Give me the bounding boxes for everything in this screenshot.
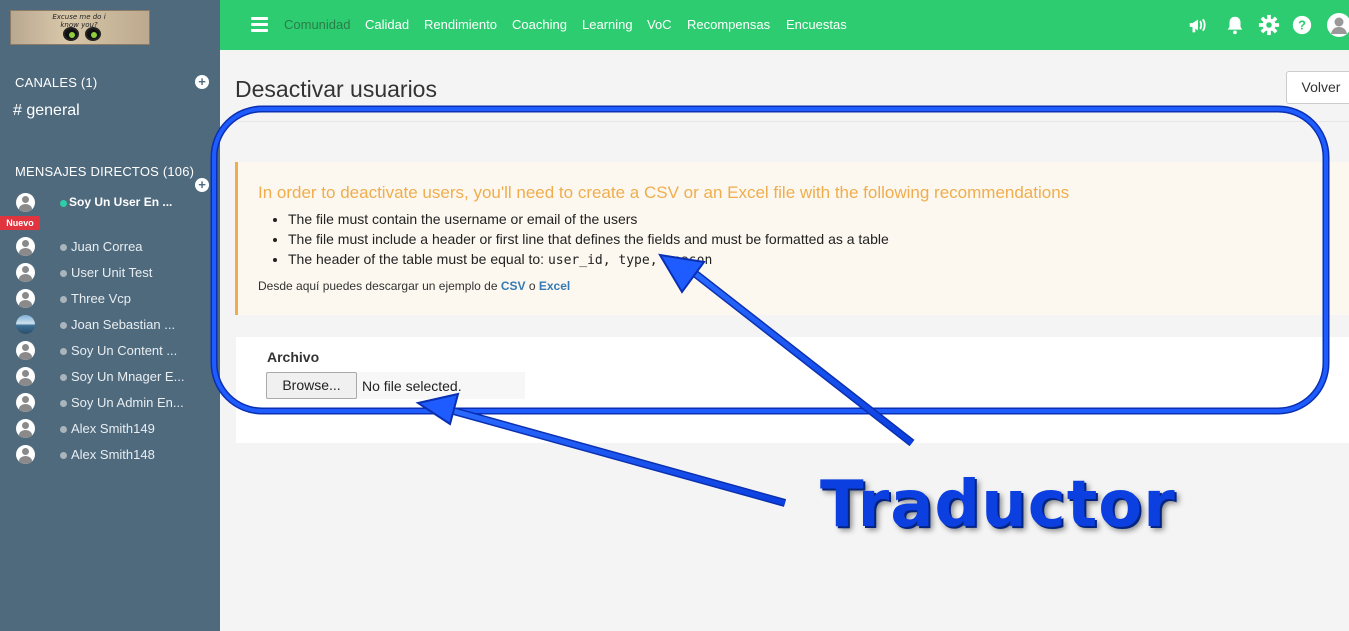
app-logo[interactable]: Excuse me do i know you? (10, 10, 150, 45)
alert-title: In order to deactivate users, you'll nee… (258, 183, 1070, 202)
dm-label: User Unit Test (71, 265, 153, 280)
list-item: The file must contain the username or em… (288, 209, 889, 229)
sidebar: Excuse me do i know you? CANALES (1) + #… (0, 0, 220, 631)
status-dot (60, 244, 67, 251)
add-direct-message-icon[interactable]: + (195, 178, 209, 192)
status-dot (60, 296, 67, 303)
avatar (16, 393, 35, 412)
dm-item[interactable]: Joan Sebastian ... (0, 314, 220, 340)
avatar (16, 289, 35, 308)
status-dot (60, 348, 67, 355)
channels-title: CANALES (1) (15, 75, 98, 90)
file-status: No file selected. (362, 378, 462, 394)
status-dot (60, 322, 67, 329)
dm-label: Three Vcp (71, 291, 131, 306)
annotation-label: Traductor (820, 468, 1176, 542)
avatar (16, 237, 35, 256)
dm-item[interactable]: Three Vcp (0, 288, 220, 314)
avatar (16, 445, 35, 464)
dm-item[interactable]: Alex Smith149 (0, 418, 220, 444)
nav-recompensas[interactable]: Recompensas (687, 17, 770, 32)
note-joiner: o (525, 279, 539, 293)
instructions-alert: In order to deactivate users, you'll nee… (235, 162, 1349, 315)
status-dot (60, 400, 67, 407)
recommendations-list: The file must contain the username or em… (288, 209, 889, 269)
status-dot (60, 270, 67, 277)
csv-link[interactable]: CSV (501, 279, 526, 293)
file-label: Archivo (267, 349, 320, 365)
megaphone-icon[interactable] (1187, 14, 1209, 36)
dm-label: Alex Smith148 (71, 447, 155, 462)
divider (236, 121, 1349, 122)
status-dot (60, 374, 67, 381)
channel-general[interactable]: # general (13, 102, 80, 120)
excel-link[interactable]: Excel (539, 279, 570, 293)
dm-label: Soy Un User En ... (69, 195, 173, 209)
dm-label: Soy Un Content ... (71, 343, 178, 358)
note-prefix: Desde aquí puedes descargar un ejemplo d… (258, 279, 501, 293)
dm-item[interactable]: Soy Un Admin En... (0, 392, 220, 418)
dm-item[interactable]: User Unit Test (0, 262, 220, 288)
avatar (16, 341, 35, 360)
nav-encuestas[interactable]: Encuestas (786, 17, 847, 32)
dm-item[interactable]: Soy Un Content ... (0, 340, 220, 366)
new-badge: Nuevo (0, 216, 40, 230)
dm-label: Juan Correa (71, 239, 143, 254)
avatar (16, 193, 35, 212)
nav-coaching[interactable]: Coaching (512, 17, 567, 32)
svg-text:?: ? (1298, 18, 1306, 33)
dm-label: Soy Un Admin En... (71, 395, 184, 410)
nav-comunidad[interactable]: Comunidad (284, 17, 351, 32)
header-item-prefix: The header of the table must be equal to… (288, 251, 548, 267)
nav-learning[interactable]: Learning (582, 17, 633, 32)
avatar (16, 263, 35, 282)
nav-calidad[interactable]: Calidad (365, 17, 409, 32)
dm-item[interactable]: Juan Correa (0, 236, 220, 262)
file-input[interactable]: Browse... No file selected. (266, 372, 525, 399)
page-title: Desactivar usuarios (235, 76, 437, 102)
user-avatar-icon[interactable] (1326, 12, 1349, 38)
dm-label: Alex Smith149 (71, 421, 155, 436)
list-item: The file must include a header or first … (288, 229, 889, 249)
status-dot (60, 426, 67, 433)
status-dot (60, 452, 67, 459)
help-icon[interactable]: ? (1291, 14, 1313, 36)
dm-label: Joan Sebastian ... (71, 317, 176, 332)
nav-rendimiento[interactable]: Rendimiento (424, 17, 497, 32)
header-fields-code: user_id, type, reason (547, 253, 713, 268)
back-button[interactable]: Volver (1286, 71, 1349, 104)
bell-icon[interactable] (1224, 14, 1246, 36)
avatar (16, 367, 35, 386)
upload-form: Archivo Browse... No file selected. (236, 337, 1349, 443)
glasses-icon (63, 27, 101, 41)
dm-item[interactable]: Alex Smith148 (0, 444, 220, 470)
avatar (16, 419, 35, 438)
gear-icon[interactable] (1258, 14, 1280, 36)
add-channel-icon[interactable]: + (195, 75, 209, 89)
nav-voc[interactable]: VoC (647, 17, 672, 32)
download-note: Desde aquí puedes descargar un ejemplo d… (258, 279, 570, 293)
direct-messages-title: MENSAJES DIRECTOS (106) (15, 164, 195, 179)
browse-button[interactable]: Browse... (266, 372, 357, 399)
list-item: The header of the table must be equal to… (288, 249, 889, 269)
top-navigation: Comunidad Calidad Rendimiento Coaching L… (220, 0, 1349, 50)
menu-icon[interactable] (251, 17, 268, 32)
status-dot (60, 200, 67, 207)
dm-item[interactable]: Soy Un Mnager E... (0, 366, 220, 392)
dm-label: Soy Un Mnager E... (71, 369, 185, 384)
avatar (16, 315, 35, 334)
dm-item[interactable]: Soy Un User En ... (0, 192, 220, 218)
